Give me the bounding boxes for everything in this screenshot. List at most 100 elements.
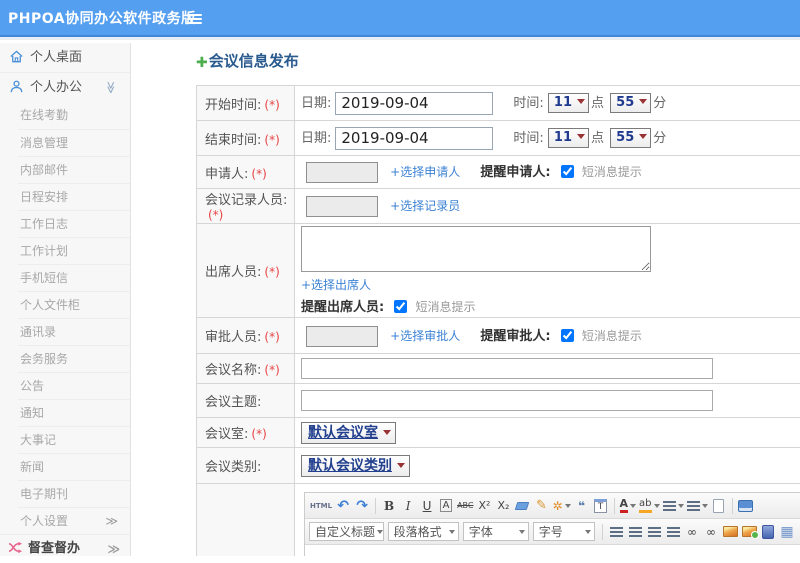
recorder-input[interactable] xyxy=(306,196,378,217)
start-hour-select[interactable]: 11 xyxy=(548,93,589,113)
pick-applicant-link[interactable]: +选择申请人 xyxy=(390,165,460,179)
approver-input[interactable] xyxy=(306,326,378,347)
editor-content-area[interactable] xyxy=(305,545,800,556)
toolbar-separator xyxy=(614,498,615,514)
plus-icon: ✚ xyxy=(196,55,208,71)
ordered-list-button[interactable] xyxy=(662,496,685,516)
font-color-button[interactable]: A xyxy=(619,496,638,516)
strikethrough-button[interactable]: ABC xyxy=(456,496,474,516)
start-minute-select[interactable]: 55 xyxy=(610,93,651,113)
editor-toolbar-row-1: HTML ↶ ↷ B I U A ABC X² X₂ ✎ ✲ xyxy=(305,493,800,519)
pick-attendees-link[interactable]: +选择出席人 xyxy=(301,278,371,292)
sidebar-item-message-management[interactable]: 消息管理 xyxy=(18,129,130,156)
clean-format-button[interactable]: ✎ xyxy=(532,496,550,516)
insert-link-button[interactable]: ∞ xyxy=(683,522,701,542)
redo-icon[interactable]: ↷ xyxy=(353,496,371,516)
sidebar-item-schedule[interactable]: 日程安排 xyxy=(18,183,130,210)
sidebar-item-announcement[interactable]: 公告 xyxy=(18,372,130,399)
align-right-button[interactable] xyxy=(645,522,663,542)
insert-image-button[interactable] xyxy=(740,522,758,542)
eraser-icon xyxy=(515,502,530,510)
pick-approver-link[interactable]: +选择审批人 xyxy=(390,329,460,343)
sidebar-item-internal-mail[interactable]: 内部邮件 xyxy=(18,156,130,183)
editor-toolbar-row-2: 自定义标题 段落格式 字体 字号 ∞ ∞ ▦ xyxy=(305,519,800,545)
sidebar-item-work-log[interactable]: 工作日志 xyxy=(18,210,130,237)
end-minute-select[interactable]: 55 xyxy=(610,128,651,148)
highlight-color-button[interactable]: ab xyxy=(638,496,660,516)
underline-button[interactable]: U xyxy=(418,496,436,516)
sidebar-item-meeting-service[interactable]: 会务服务 xyxy=(18,345,130,372)
html-source-button[interactable]: HTML xyxy=(309,496,333,516)
end-date-input[interactable] xyxy=(335,127,493,150)
bold-button[interactable]: B xyxy=(380,496,398,516)
undo-icon[interactable]: ↶ xyxy=(334,496,352,516)
start-date-input[interactable] xyxy=(335,92,493,115)
ordered-list-icon xyxy=(663,501,676,511)
custom-title-select[interactable]: 自定义标题 xyxy=(309,522,384,541)
unordered-list-button[interactable] xyxy=(686,496,709,516)
attendees-textarea[interactable] xyxy=(301,226,651,272)
sidebar-item-events[interactable]: 大事记 xyxy=(18,426,130,453)
meeting-name-input[interactable] xyxy=(301,358,713,379)
pick-recorder-link[interactable]: +选择记录员 xyxy=(390,199,460,213)
rich-text-editor: HTML ↶ ↷ B I U A ABC X² X₂ ✎ ✲ xyxy=(304,492,800,556)
paste-button[interactable]: T xyxy=(592,496,610,516)
font-family-select[interactable]: 字体 xyxy=(463,522,529,541)
sidebar-item-office[interactable]: 个人办公 ≫ xyxy=(0,73,130,102)
attendees-label: 出席人员:(*) xyxy=(197,224,295,318)
sidebar-item-audit-supervision[interactable]: 督查督办 ≫ xyxy=(0,534,130,562)
new-page-button[interactable] xyxy=(710,496,728,516)
media-button[interactable] xyxy=(759,522,777,542)
attendees-sms-checkbox[interactable] xyxy=(394,300,407,313)
blockquote-button[interactable]: ❝ xyxy=(573,496,591,516)
end-hour-select[interactable]: 11 xyxy=(548,128,589,148)
sidebar-item-desktop[interactable]: 个人桌面 xyxy=(0,43,130,73)
applicant-sms-checkbox[interactable] xyxy=(561,165,574,178)
applicant-input[interactable] xyxy=(306,162,378,183)
align-justify-button[interactable] xyxy=(664,522,682,542)
main-content: ✚会议信息发布 开始时间:(*) 日期:时间: 11点 55分 结束时间:(*)… xyxy=(132,43,800,556)
superscript-button[interactable]: X² xyxy=(475,496,493,516)
sidebar-item-e-journal[interactable]: 电子期刊 xyxy=(18,480,130,507)
font-style-button[interactable]: A xyxy=(440,499,453,512)
fullscreen-button[interactable] xyxy=(737,496,755,516)
align-left-button[interactable] xyxy=(607,522,625,542)
select-arrow-icon xyxy=(639,134,647,139)
meeting-name-label: 会议名称:(*) xyxy=(197,354,295,384)
sidebar-item-notice[interactable]: 通知 xyxy=(18,399,130,426)
format-painter-button[interactable]: ✲ xyxy=(551,496,571,516)
sidebar-item-label: 个人桌面 xyxy=(30,50,82,65)
sidebar-item-news[interactable]: 新闻 xyxy=(18,453,130,480)
meeting-category-select[interactable]: 默认会议类别 xyxy=(301,455,410,477)
sidebar-item-work-plan[interactable]: 工作计划 xyxy=(18,237,130,264)
meeting-subject-input[interactable] xyxy=(301,390,713,411)
remind-approver-label: 提醒审批人: xyxy=(480,329,550,344)
audit-icon xyxy=(8,541,23,554)
align-center-icon xyxy=(629,527,642,537)
sidebar-item-contacts[interactable]: 通讯录 xyxy=(18,318,130,345)
dropdown-caret-icon xyxy=(630,504,636,508)
italic-button[interactable]: I xyxy=(399,496,417,516)
dropdown-caret-icon xyxy=(585,530,591,534)
toolbar-separator xyxy=(375,498,376,514)
paragraph-format-select[interactable]: 段落格式 xyxy=(388,522,459,541)
hamburger-menu-icon[interactable] xyxy=(187,14,202,26)
subscript-button[interactable]: X₂ xyxy=(494,496,512,516)
meeting-room-select[interactable]: 默认会议室 xyxy=(301,422,396,444)
image-button[interactable] xyxy=(721,522,739,542)
insert-table-button[interactable]: ▦ xyxy=(778,522,796,542)
align-center-button[interactable] xyxy=(626,522,644,542)
sidebar-item-sms[interactable]: 手机短信 xyxy=(18,264,130,291)
approver-sms-checkbox[interactable] xyxy=(561,329,574,342)
sidebar-item-personal-files[interactable]: 个人文件柜 xyxy=(18,291,130,318)
dropdown-caret-icon xyxy=(678,504,684,508)
remove-link-button[interactable]: ∞ xyxy=(702,522,720,542)
meeting-category-label: 会议类别: xyxy=(197,448,295,484)
sidebar-item-personal-settings[interactable]: 个人设置 ≫ xyxy=(18,507,130,534)
eraser-button[interactable] xyxy=(513,496,531,516)
fullscreen-icon xyxy=(738,500,753,512)
font-size-select[interactable]: 字号 xyxy=(533,522,595,541)
unordered-list-icon xyxy=(687,501,700,511)
sidebar-item-online-attendance[interactable]: 在线考勤 xyxy=(18,102,130,129)
align-right-icon xyxy=(648,527,661,537)
